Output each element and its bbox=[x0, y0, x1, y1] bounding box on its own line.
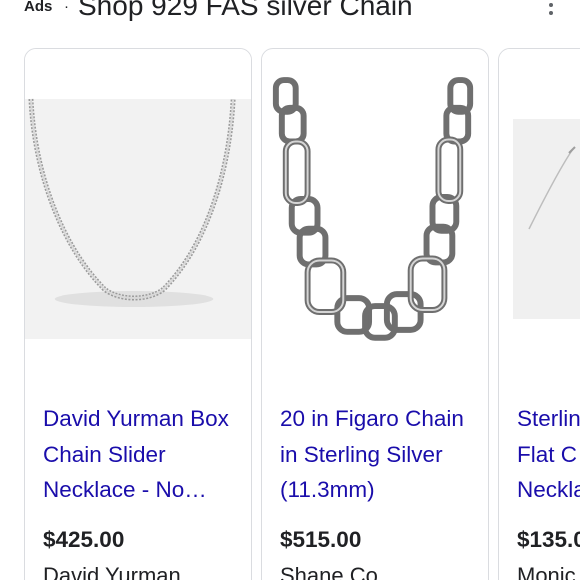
product-card[interactable]: David Yurman Box Chain Slider Necklace -… bbox=[24, 48, 252, 580]
more-vert-icon[interactable] bbox=[540, 0, 562, 20]
ads-label: Ads bbox=[24, 0, 53, 15]
shop-title: Shop 929 FAS silver Chain bbox=[78, 0, 413, 21]
product-seller: Shane Co. bbox=[280, 563, 384, 580]
product-image bbox=[499, 49, 580, 349]
product-seller: David Yurman bbox=[43, 563, 181, 580]
product-title[interactable]: 20 in Figaro Chain in Sterling Silver (1… bbox=[280, 401, 476, 508]
shopping-ads-carousel: Ads · Shop 929 FAS silver Chain David Yu… bbox=[0, 0, 580, 580]
box-chain-image bbox=[25, 49, 251, 349]
ads-header: Ads · Shop 929 FAS silver Chain bbox=[0, 0, 580, 26]
product-title[interactable]: David Yurman Box Chain Slider Necklace -… bbox=[43, 401, 239, 508]
flat-chain-image bbox=[499, 49, 580, 349]
product-image bbox=[25, 49, 251, 349]
product-card[interactable]: Sterlin Flat C Neckla $135.0 Monic bbox=[498, 48, 580, 580]
product-price: $135.0 bbox=[517, 527, 580, 552]
product-seller: Monic bbox=[517, 563, 576, 580]
separator-dot: · bbox=[64, 0, 69, 15]
product-price: $425.00 bbox=[43, 527, 125, 552]
product-title[interactable]: Sterlin Flat C Neckla bbox=[517, 401, 580, 508]
product-price: $515.00 bbox=[280, 527, 362, 552]
figaro-chain-image bbox=[262, 50, 488, 348]
product-image bbox=[262, 49, 488, 349]
product-card[interactable]: 20 in Figaro Chain in Sterling Silver (1… bbox=[261, 48, 489, 580]
